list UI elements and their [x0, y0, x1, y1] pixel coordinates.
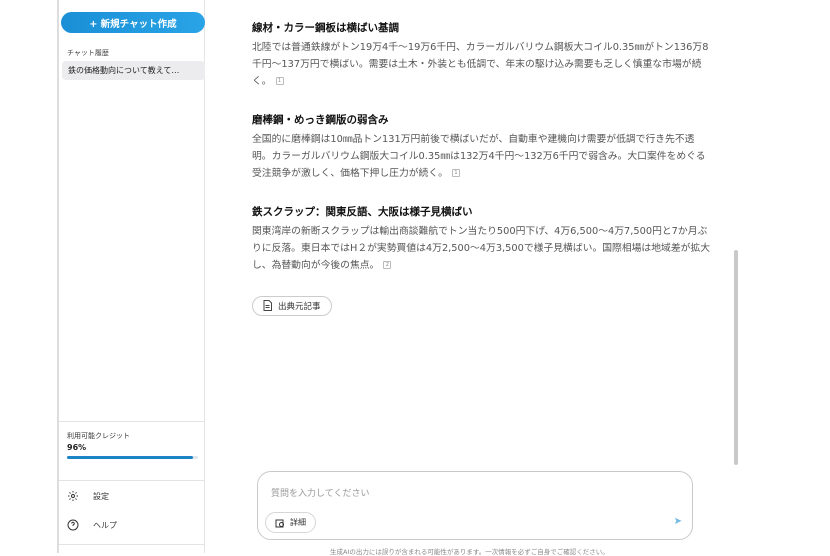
help-icon — [67, 519, 79, 531]
detail-settings-icon — [275, 519, 284, 527]
settings-link[interactable]: 設定 — [67, 490, 109, 502]
detail-label: 詳細 — [290, 518, 306, 527]
help-link[interactable]: ヘルプ — [67, 519, 117, 531]
section-title: 磨棒鋼・めっき鋼版の弱含み — [252, 114, 389, 126]
section-title: 線材・カラー鋼板は横ばい基調 — [252, 22, 399, 34]
source-article-label: 出典元記事 — [278, 301, 321, 312]
section-body: 全国的に磨棒鋼は10㎜品トン131万円前後で横ばいだが、自動車や建機向け需要が低… — [252, 134, 706, 179]
section-body: 北陸では普通鉄線がトン19万4千～19万6千円、カラーガルバリウム鋼板大コイル0… — [252, 42, 709, 87]
chat-composer: 質問を入力してください 詳細 ➤ — [257, 471, 693, 540]
history-item[interactable]: 鉄の価格動向について教えて… — [62, 61, 205, 80]
new-chat-button[interactable]: + 新規チャット作成 — [61, 12, 205, 33]
citation-badge[interactable]: 1 — [451, 169, 460, 177]
section-body: 関東湾岸の新断スクラップは輸出商談難航でトン当たり500円下げ、4万6,500～… — [252, 226, 711, 271]
response-section: 磨棒鋼・めっき鋼版の弱含み 全国的に磨棒鋼は10㎜品トン131万円前後で横ばいだ… — [252, 112, 712, 182]
section-title: 鉄スクラップ：関東反語、大阪は様子見横ばい — [252, 206, 473, 218]
credit-progress-fill — [67, 456, 193, 459]
scrollbar-thumb[interactable] — [734, 250, 738, 465]
gear-icon — [68, 491, 78, 501]
detail-button[interactable]: 詳細 — [265, 512, 316, 533]
divider — [59, 480, 205, 481]
sidebar: + 新規チャット作成 チャット履歴 鉄の価格動向について教えて… 利用可能クレジ… — [57, 0, 205, 553]
help-label: ヘルプ — [93, 520, 117, 530]
chat-response: 線材・カラー鋼板は横ばい基調 北陸では普通鉄線がトン19万4千～19万6千円、カ… — [252, 20, 712, 316]
response-section: 鉄スクラップ：関東反語、大阪は様子見横ばい 関東湾岸の新断スクラップは輸出商談難… — [252, 204, 712, 274]
divider — [59, 544, 205, 545]
citation-badge[interactable]: 1 — [275, 77, 284, 85]
credit-label: 利用可能クレジット — [67, 432, 130, 440]
settings-label: 設定 — [93, 491, 109, 501]
citation-badge[interactable]: 2 — [383, 261, 392, 269]
divider — [59, 421, 205, 422]
scrollbar[interactable] — [733, 0, 739, 470]
history-label: チャット履歴 — [67, 49, 109, 57]
document-icon — [263, 300, 272, 311]
response-section: 線材・カラー鋼板は横ばい基調 北陸では普通鉄線がトン19万4千～19万6千円、カ… — [252, 20, 712, 90]
source-article-button[interactable]: 出典元記事 — [252, 295, 332, 316]
credit-value: 96% — [67, 443, 87, 452]
disclaimer: 生成AIの出力には誤りが含まれる可能性があります。一次情報を必ずご自身でご確認く… — [330, 548, 609, 556]
credit-progress-bar — [67, 456, 198, 459]
question-input[interactable]: 質問を入力してください — [271, 486, 369, 499]
send-icon[interactable]: ➤ — [674, 516, 682, 527]
